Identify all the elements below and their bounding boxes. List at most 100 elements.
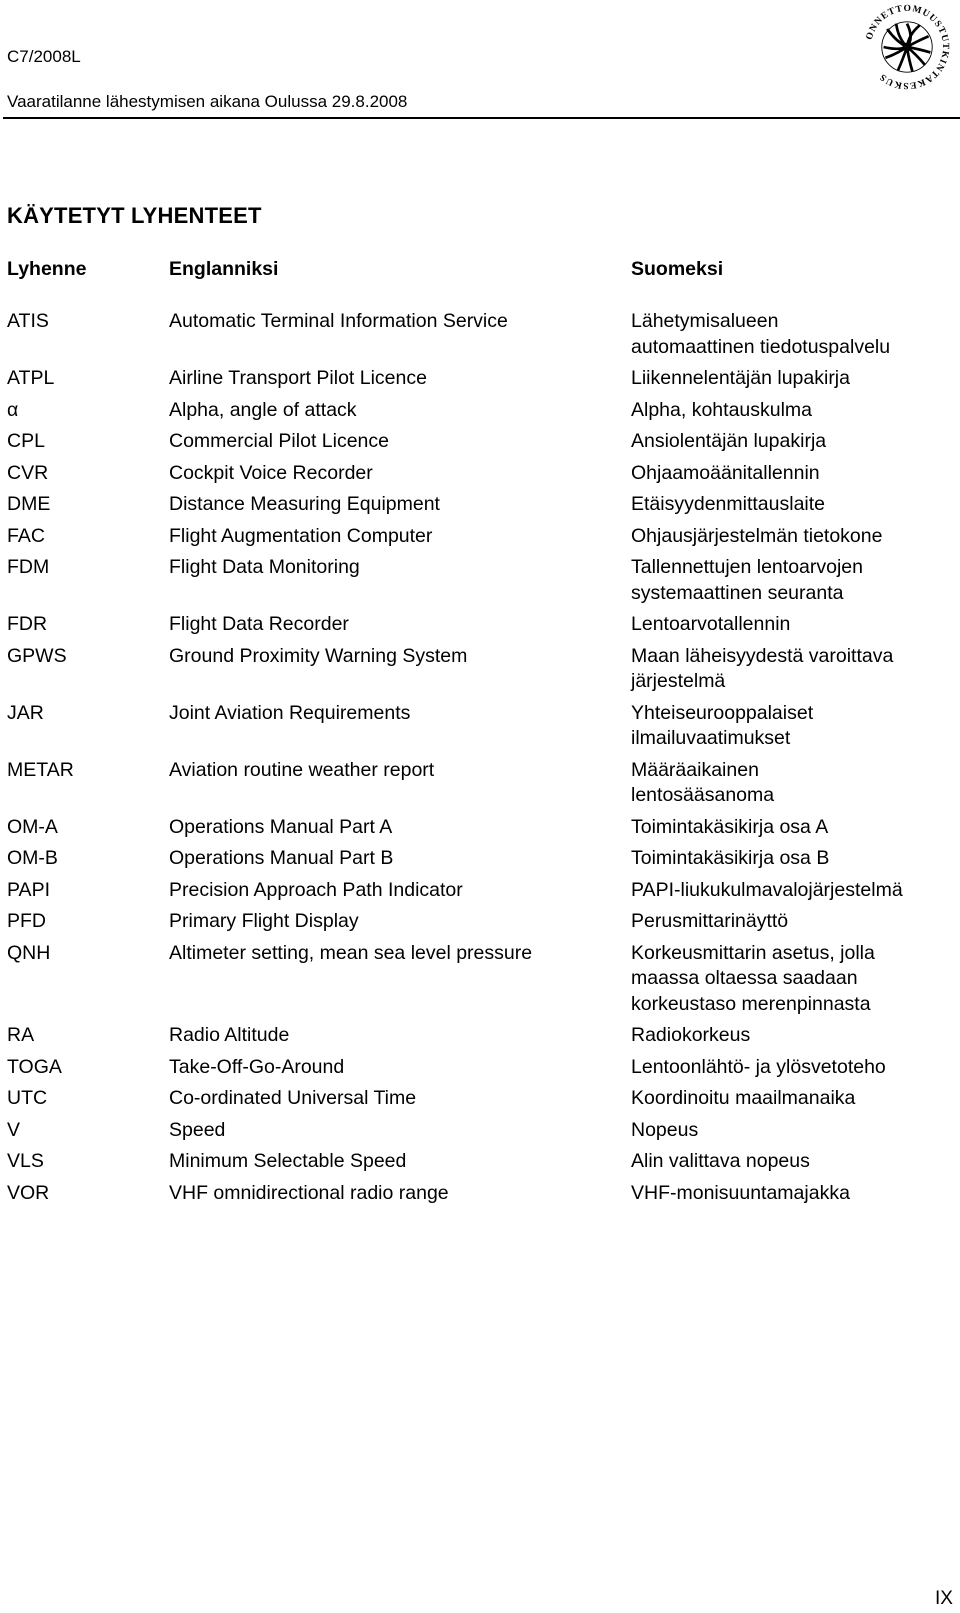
finnish-term-cell: Radiokorkeus bbox=[631, 1024, 751, 1046]
english-term-cell: Airline Transport Pilot Licence bbox=[169, 367, 427, 389]
english-term-cell: Speed bbox=[169, 1118, 226, 1141]
abbreviation-cell: METAR bbox=[7, 758, 74, 781]
table-row: α Alpha, angle of attack Alpha, kohtauskul… bbox=[0, 398, 960, 424]
english-term-cell: Automatic Terminal Information Service bbox=[169, 310, 508, 332]
agency-logo-icon: ONNETTOMUUSTUTKINTAKESKUS bbox=[865, 4, 949, 90]
report-id: C7/2008L bbox=[7, 47, 81, 66]
abbreviation-table: ATIS Automatic Terminal Information Servi… bbox=[0, 309, 960, 1212]
abbreviation-cell: CPL bbox=[7, 430, 45, 452]
finnish-term-cell: Ansiolentäjän lupakirja bbox=[631, 430, 827, 452]
finnish-term-cell: Liikennelentäjän lupakirja bbox=[631, 367, 850, 389]
english-term-cell: Distance Measuring Equipment bbox=[169, 493, 440, 515]
finnish-term-cell: Nopeus bbox=[631, 1118, 699, 1141]
table-row: CVR Cockpit Voice Recorder Ohjaamoäänitall… bbox=[0, 461, 960, 487]
abbreviation-cell: PAPI bbox=[7, 878, 50, 901]
finnish-term-cell: Toimintakäsikirja osa A bbox=[631, 815, 829, 838]
page-number: IX bbox=[935, 1588, 953, 1609]
finnish-term-cell: Ohjaamoäänitallennin bbox=[631, 461, 820, 484]
column-header-finnish: Suomeksi bbox=[631, 258, 724, 280]
table-row: UTC Co-ordinated Universal Time Koordinoit… bbox=[0, 1086, 960, 1112]
report-title: Vaaratilanne lähestymisen aikana Oulussa… bbox=[7, 92, 408, 111]
finnish-term-cell: VHF-monisuuntamajakka bbox=[631, 1181, 850, 1204]
table-row: METAR Aviation routine weather report Määr… bbox=[0, 758, 960, 809]
english-term-cell: Flight Data Monitoring bbox=[169, 556, 360, 578]
english-term-cell: Flight Augmentation Computer bbox=[169, 524, 433, 547]
table-row: TOGA Take-Off-Go-Around Lentoonlähtö- ja y… bbox=[0, 1055, 960, 1081]
finnish-term-cell: Lentoonlähtö- ja ylösvetoteho bbox=[631, 1055, 886, 1078]
table-row: ATPL Airline Transport Pilot Licence Liike… bbox=[0, 366, 960, 392]
table-row: PFD Primary Flight Display Perusmittarinäy… bbox=[0, 909, 960, 935]
finnish-term-cell: PAPI-liukukulmavalojärjestelmä bbox=[631, 878, 903, 901]
finnish-term-cell: Perusmittarinäyttö bbox=[631, 910, 789, 932]
table-row: OM-B Operations Manual Part B Toimintakäsi… bbox=[0, 846, 960, 872]
english-term-cell: Primary Flight Display bbox=[169, 910, 359, 932]
abbreviation-cell: V bbox=[7, 1118, 21, 1141]
section-title: KÄYTETYT LYHENTEET bbox=[7, 203, 262, 228]
table-row: V Speed Nopeus bbox=[0, 1118, 960, 1144]
english-term-cell: Minimum Selectable Speed bbox=[169, 1150, 407, 1172]
abbreviation-cell: JAR bbox=[7, 701, 44, 724]
finnish-term-cell: Alin valittava nopeus bbox=[631, 1150, 810, 1172]
table-row: FDM Flight Data Monitoring Tallennettujen … bbox=[0, 555, 960, 606]
abbreviation-cell: OM-A bbox=[7, 815, 58, 838]
abbreviation-cell: α bbox=[7, 398, 19, 421]
table-row: VOR VHF omnidirectional radio range VHF-mo… bbox=[0, 1181, 960, 1207]
table-row: VLS Minimum Selectable Speed Alin valittav… bbox=[0, 1149, 960, 1175]
finnish-term-cell: Määräaikainen lentosääsanoma bbox=[631, 758, 775, 807]
table-row: FDR Flight Data Recorder Lentoarvotallenni… bbox=[0, 612, 960, 638]
finnish-term-cell: Lähetymisalueen automaattinen tiedotuspa… bbox=[631, 310, 891, 358]
english-term-cell: Radio Altitude bbox=[169, 1024, 290, 1046]
abbreviation-cell: OM-B bbox=[7, 847, 58, 869]
abbreviation-cell: QNH bbox=[7, 941, 51, 964]
table-row: JAR Joint Aviation Requirements Yhteiseuro… bbox=[0, 701, 960, 752]
abbreviation-cell: UTC bbox=[7, 1087, 48, 1109]
abbreviation-cell: ATPL bbox=[7, 367, 55, 389]
english-term-cell: Joint Aviation Requirements bbox=[169, 701, 411, 724]
finnish-term-cell: Etäisyydenmittauslaite bbox=[631, 493, 826, 515]
finnish-term-cell: Ohjausjärjestelmän tietokone bbox=[631, 524, 883, 547]
english-term-cell: Co-ordinated Universal Time bbox=[169, 1087, 417, 1109]
finnish-term-cell: Korkeusmittarin asetus, jolla maassa olt… bbox=[631, 941, 875, 1015]
finnish-term-cell: Koordinoitu maailmanaika bbox=[631, 1087, 856, 1109]
abbreviation-cell: FDR bbox=[7, 613, 48, 635]
table-row: GPWS Ground Proximity Warning System Maan … bbox=[0, 644, 960, 695]
finnish-term-cell: Tallennettujen lentoarvojen systemaattin… bbox=[631, 556, 864, 604]
abbreviation-cell: RA bbox=[7, 1024, 35, 1046]
table-row: ATIS Automatic Terminal Information Servi… bbox=[0, 309, 960, 360]
english-term-cell: Altimeter setting, mean sea level pressu… bbox=[169, 941, 533, 964]
english-term-cell: Commercial Pilot Licence bbox=[169, 430, 389, 452]
abbreviation-cell: GPWS bbox=[7, 644, 67, 667]
abbreviation-cell: PFD bbox=[7, 910, 46, 932]
finnish-term-cell: Toimintakäsikirja osa B bbox=[631, 847, 830, 869]
english-term-cell: Operations Manual Part A bbox=[169, 815, 393, 838]
table-row: CPL Commercial Pilot Licence Ansiolentäjän… bbox=[0, 429, 960, 455]
abbreviation-cell: CVR bbox=[7, 461, 49, 484]
table-row: DME Distance Measuring Equipment Etäisyyde… bbox=[0, 492, 960, 518]
finnish-term-cell: Lentoarvotallennin bbox=[631, 613, 791, 635]
english-term-cell: Precision Approach Path Indicator bbox=[169, 878, 463, 901]
table-row: OM-A Operations Manual Part A Toimintakäsi… bbox=[0, 815, 960, 841]
table-row: PAPI Precision Approach Path Indicator PAP… bbox=[0, 878, 960, 904]
abbreviation-cell: TOGA bbox=[7, 1055, 62, 1078]
finnish-term-cell: Alpha, kohtauskulma bbox=[631, 398, 813, 421]
english-term-cell: Operations Manual Part B bbox=[169, 847, 394, 869]
finnish-term-cell: Yhteiseurooppalaiset ilmailuvaatimukset bbox=[631, 701, 814, 750]
english-term-cell: VHF omnidirectional radio range bbox=[169, 1181, 449, 1204]
english-term-cell: Ground Proximity Warning System bbox=[169, 644, 468, 667]
column-header-abbreviation: Lyhenne bbox=[7, 258, 87, 280]
table-row: FAC Flight Augmentation Computer Ohjausjär… bbox=[0, 524, 960, 550]
abbreviation-cell: FDM bbox=[7, 556, 50, 578]
english-term-cell: Aviation routine weather report bbox=[169, 758, 435, 781]
table-row: QNH Altimeter setting, mean sea level pre… bbox=[0, 941, 960, 1018]
finnish-term-cell: Maan läheisyydestä varoittava järjestelm… bbox=[631, 644, 894, 693]
abbreviation-cell: ATIS bbox=[7, 310, 49, 332]
table-row: RA Radio Altitude Radiokorkeus bbox=[0, 1023, 960, 1049]
column-header-english: Englanniksi bbox=[169, 258, 279, 280]
abbreviation-cell: FAC bbox=[7, 524, 45, 547]
abbreviation-cell: VOR bbox=[7, 1181, 50, 1204]
table-header: Lyhenne Englanniksi Suomeksi bbox=[0, 258, 960, 284]
english-term-cell: Take-Off-Go-Around bbox=[169, 1055, 345, 1078]
english-term-cell: Alpha, angle of attack bbox=[169, 398, 357, 421]
english-term-cell: Cockpit Voice Recorder bbox=[169, 461, 373, 484]
header-divider bbox=[3, 117, 960, 119]
